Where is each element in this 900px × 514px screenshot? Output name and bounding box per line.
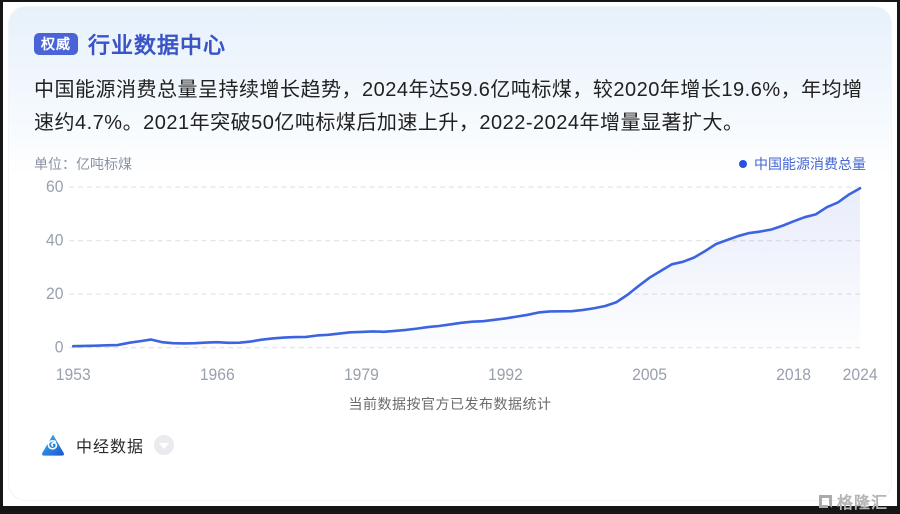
source-row[interactable]: 中经数据 [34,432,866,458]
chart-area[interactable]: 0 20 40 60 1953 1966 1979 1992 2005 2018 2024 [34,176,878,390]
svg-text:1953: 1953 [56,367,91,384]
collapse-button[interactable] [154,435,175,455]
chart-meta-row: 单位：亿吨标煤 中国能源消费总量 [34,154,866,174]
svg-text:0: 0 [55,339,64,356]
source-logo-icon [40,432,66,458]
svg-text:2005: 2005 [632,367,667,384]
source-name: 中经数据 [76,439,145,456]
legend-label: 中国能源消费总量 [754,156,866,172]
industry-data-card: 权威 行业数据中心 中国能源消费总量呈持续增长趋势，2024年达59.6亿吨标煤… [8,6,892,501]
chart-caption: 当前数据按官方已发布数据统计 [348,396,552,412]
legend-dot-icon [739,160,747,168]
svg-text:40: 40 [46,232,64,249]
watermark-text: 格隆汇 [836,495,888,512]
svg-text:1992: 1992 [488,367,523,384]
legend-item[interactable]: 中国能源消费总量 [739,154,866,174]
chevron-down-icon [159,443,170,449]
gelonghui-logo-icon [818,494,832,508]
page-title: 行业数据中心 [88,33,227,58]
energy-chart: 0 20 40 60 1953 1966 1979 1992 2005 2018 2024 [46,179,878,384]
svg-text:60: 60 [46,179,64,196]
svg-text:1979: 1979 [344,367,379,384]
svg-text:2024: 2024 [843,367,878,384]
svg-text:20: 20 [46,286,64,303]
unit-label: 单位：亿吨标煤 [34,156,132,172]
card-header: 权威 行业数据中心 [34,28,866,60]
watermark: 格隆汇 [818,489,888,513]
svg-text:2018: 2018 [776,367,811,384]
data-card-page: 权威 行业数据中心 中国能源消费总量呈持续增长趋势，2024年达59.6亿吨标煤… [3,2,897,506]
authority-badge: 权威 [34,32,78,56]
svg-text:1966: 1966 [200,367,235,384]
summary-text: 中国能源消费总量呈持续增长趋势，2024年达59.6亿吨标煤，较2020年增长1… [34,79,863,134]
